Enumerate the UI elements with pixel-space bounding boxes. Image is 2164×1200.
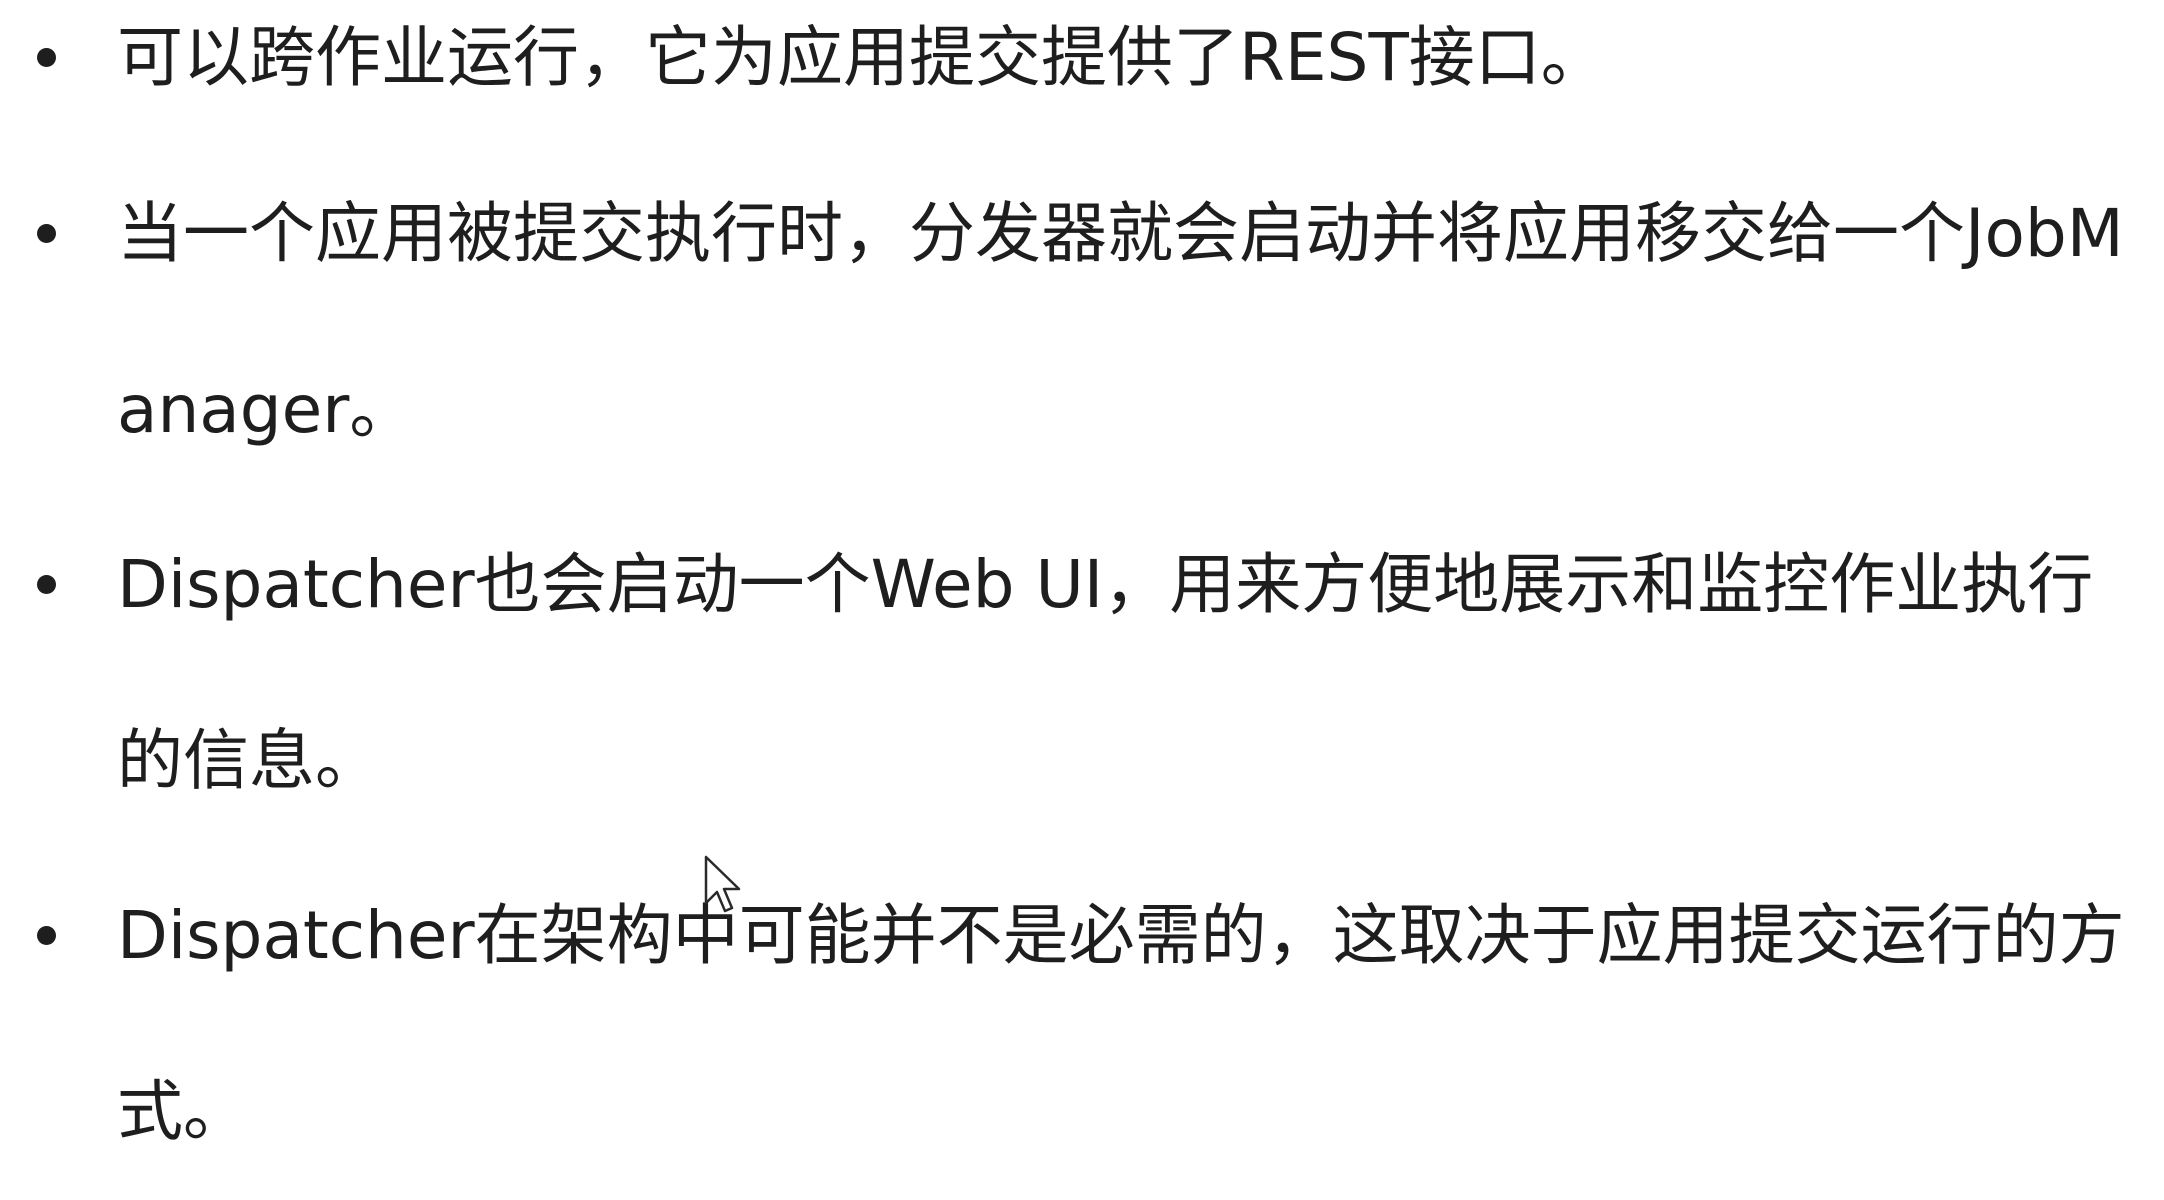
bullet-text: Dispatcher在架构中可能并不是必需的，这取决于应用提交运行的方式。	[117, 897, 2125, 1150]
mouse-pointer-icon	[704, 855, 741, 913]
bullet-text: 当一个应用被提交执行时，分发器就会启动并将应用移交给一个JobManager。	[117, 195, 2124, 448]
bullet-icon	[37, 48, 56, 67]
bullet-text: 可以跨作业运行，它为应用提交提供了REST接口。	[117, 19, 1607, 96]
bullet-icon	[37, 224, 56, 243]
bullet-icon	[37, 926, 56, 945]
bullet-text: Dispatcher也会启动一个Web UI，用来方便地展示和监控作业执行的信息…	[117, 546, 2094, 799]
bullet-icon	[37, 575, 56, 594]
